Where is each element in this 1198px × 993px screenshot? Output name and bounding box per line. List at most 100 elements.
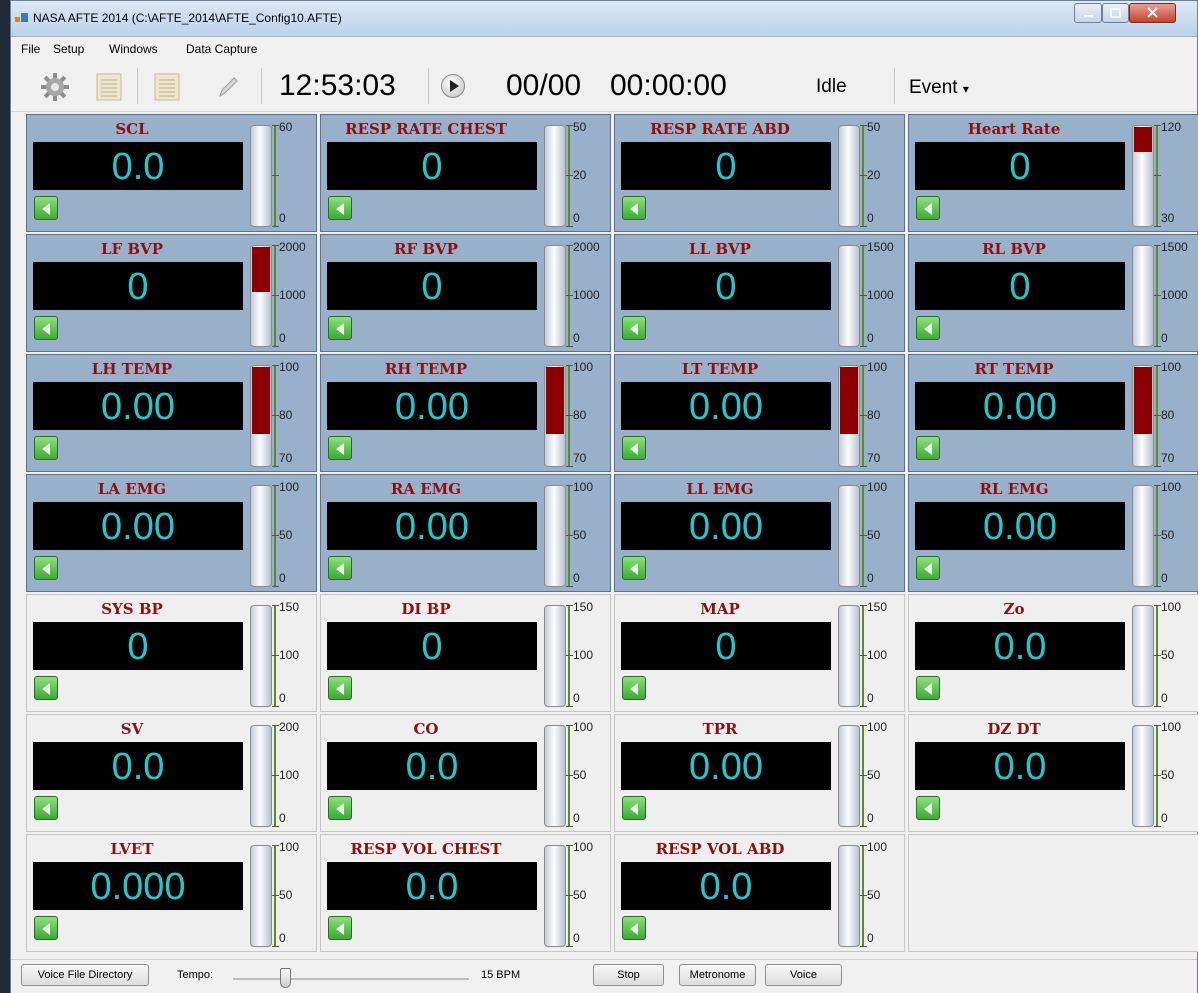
speaker-button[interactable] xyxy=(34,556,58,580)
tempo-slider-thumb[interactable] xyxy=(280,968,291,988)
title-bar: NASA AFTE 2014 (C:\AFTE_2014\AFTE_Config… xyxy=(11,1,1197,37)
scale-max-label: 1500 xyxy=(867,240,894,254)
menu-windows[interactable]: Windows xyxy=(109,42,158,56)
speaker-button[interactable] xyxy=(622,436,646,460)
level-gauge xyxy=(1132,725,1154,827)
scale-tick xyxy=(566,605,573,606)
value-display: 0.00 xyxy=(621,382,831,430)
minimize-button[interactable] xyxy=(1074,3,1102,23)
speaker-button[interactable] xyxy=(34,796,58,820)
speaker-button[interactable] xyxy=(328,316,352,340)
metronome-button[interactable]: Metronome xyxy=(679,964,756,986)
tempo-slider-track[interactable] xyxy=(233,978,469,980)
sensor-title: RH TEMP xyxy=(384,360,468,378)
pencil-icon[interactable] xyxy=(216,74,240,100)
sensor-value: 0 xyxy=(1009,146,1031,188)
sensor-value: 0 xyxy=(715,266,737,308)
scale-line xyxy=(1156,245,1158,347)
menu-data-capture[interactable]: Data Capture xyxy=(186,42,257,56)
scale-max-label: 100 xyxy=(867,720,888,734)
play-button[interactable] xyxy=(441,74,465,98)
scale-tick xyxy=(860,775,867,776)
scale-mid-label: 100 xyxy=(279,768,300,782)
speaker-icon xyxy=(336,803,344,815)
speaker-button[interactable] xyxy=(622,916,646,940)
value-display: 0 xyxy=(33,622,243,670)
speaker-button[interactable] xyxy=(916,196,940,220)
menu-setup[interactable]: Setup xyxy=(53,42,84,56)
gauge-scale xyxy=(272,605,279,707)
speaker-button[interactable] xyxy=(328,556,352,580)
sensor-title: SYS BP xyxy=(101,600,163,618)
speaker-button[interactable] xyxy=(328,436,352,460)
voice-button[interactable]: Voice xyxy=(765,964,842,986)
speaker-button[interactable] xyxy=(328,196,352,220)
level-gauge xyxy=(544,605,566,707)
gauge-scale xyxy=(860,365,867,467)
scale-min-label: 70 xyxy=(1161,451,1175,465)
stop-button[interactable]: Stop xyxy=(593,964,664,986)
voice-file-directory-button[interactable]: Voice File Directory xyxy=(21,964,149,986)
scale-tick xyxy=(860,295,867,296)
speaker-button[interactable] xyxy=(916,676,940,700)
log-icon[interactable] xyxy=(153,72,181,102)
level-gauge xyxy=(838,245,860,347)
value-display: 0.00 xyxy=(33,382,243,430)
sensor-title: LT TEMP xyxy=(681,360,759,378)
app-icon xyxy=(15,13,28,22)
speaker-button[interactable] xyxy=(916,556,940,580)
gauge-fill xyxy=(1134,127,1152,152)
close-button[interactable] xyxy=(1129,3,1176,23)
log-icon[interactable] xyxy=(95,72,123,102)
speaker-button[interactable] xyxy=(34,316,58,340)
gear-icon[interactable] xyxy=(40,72,70,102)
speaker-button[interactable] xyxy=(622,556,646,580)
scale-line xyxy=(1156,605,1158,707)
scale-line xyxy=(568,725,570,827)
sensor-value: 0 xyxy=(127,626,149,668)
speaker-icon xyxy=(42,803,50,815)
event-dropdown[interactable]: Event ▾ xyxy=(909,77,969,99)
speaker-button[interactable] xyxy=(34,916,58,940)
speaker-button[interactable] xyxy=(622,676,646,700)
speaker-button[interactable] xyxy=(622,316,646,340)
speaker-button[interactable] xyxy=(34,436,58,460)
scale-min-label: 0 xyxy=(573,691,580,705)
scale-line xyxy=(274,365,276,467)
scale-min-label: 0 xyxy=(573,211,580,225)
maximize-button[interactable] xyxy=(1102,3,1129,23)
speaker-button[interactable] xyxy=(916,796,940,820)
scale-tick xyxy=(1154,535,1161,536)
value-display: 0 xyxy=(621,262,831,310)
value-display: 0.0 xyxy=(33,142,243,190)
scale-min-label: 0 xyxy=(867,691,874,705)
sensor-value: 0 xyxy=(127,266,149,308)
value-display: 0.00 xyxy=(327,382,537,430)
speaker-button[interactable] xyxy=(916,436,940,460)
scale-tick xyxy=(1154,775,1161,776)
speaker-button[interactable] xyxy=(916,316,940,340)
scale-tick xyxy=(272,655,279,656)
gauge-fill xyxy=(252,367,270,434)
sensor-title: DI BP xyxy=(401,600,451,618)
scale-mid-label: 100 xyxy=(867,648,888,662)
sensor-title: LH TEMP xyxy=(91,360,173,378)
value-display: 0.0 xyxy=(915,622,1125,670)
speaker-button[interactable] xyxy=(328,796,352,820)
gauge-fill xyxy=(840,367,858,434)
scale-tick xyxy=(860,415,867,416)
speaker-button[interactable] xyxy=(34,676,58,700)
speaker-button[interactable] xyxy=(622,196,646,220)
scale-mid-label: 50 xyxy=(279,888,293,902)
scale-tick xyxy=(272,346,279,347)
speaker-button[interactable] xyxy=(328,916,352,940)
scale-line xyxy=(1156,485,1158,587)
scale-tick xyxy=(860,605,867,606)
scale-mid-label: 80 xyxy=(1161,408,1175,422)
scale-tick xyxy=(272,826,279,827)
speaker-button[interactable] xyxy=(622,796,646,820)
menu-file[interactable]: File xyxy=(21,42,40,56)
speaker-button[interactable] xyxy=(34,196,58,220)
scale-max-label: 100 xyxy=(1161,720,1182,734)
speaker-button[interactable] xyxy=(328,676,352,700)
